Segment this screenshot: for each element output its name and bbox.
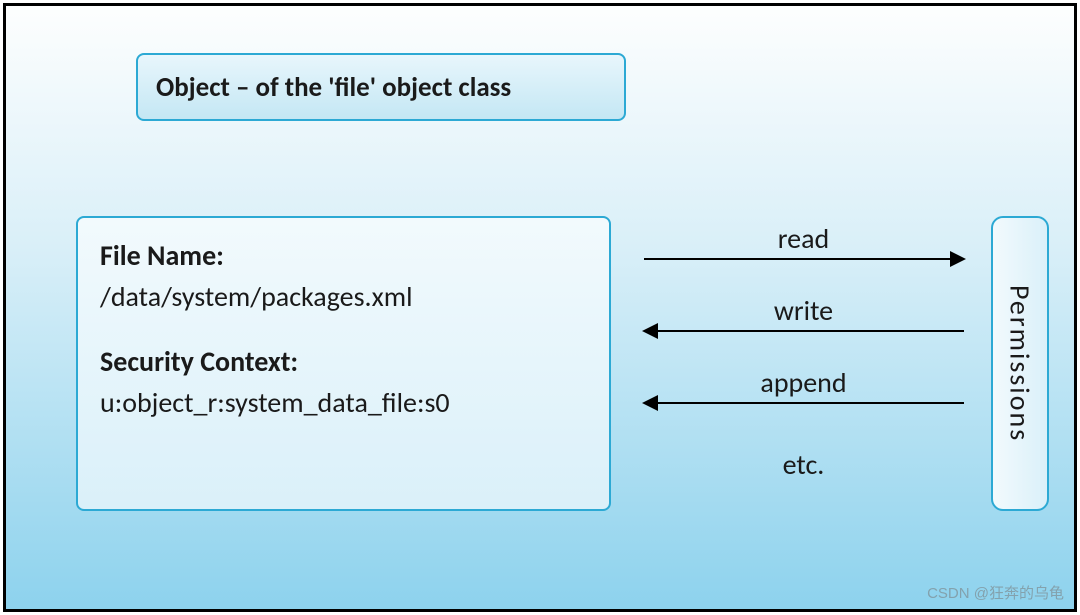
arrow-read: read [631,221,976,293]
arrow-label-append: append [631,365,976,402]
permissions-box: Permissions [991,216,1049,511]
arrow-line-right-icon [644,258,964,260]
diagram-frame: Object – of the 'file' object class File… [3,3,1077,612]
permission-arrows: read write append etc. [631,221,976,482]
arrow-label-write: write [631,293,976,330]
security-context-label: Security Context: [100,344,587,379]
arrow-append: append [631,365,976,437]
arrow-line-left-icon [644,402,964,404]
permissions-label: Permissions [1003,285,1038,442]
arrow-label-read: read [631,221,976,258]
file-object-box: File Name: /data/system/packages.xml Sec… [76,216,611,511]
arrow-line-left-icon [644,330,964,332]
arrow-label-etc: etc. [631,447,976,482]
security-context-value: u:object_r:system_data_file:s0 [100,385,587,420]
watermark-text: CSDN @狂奔的乌龟 [927,582,1064,603]
arrow-write: write [631,293,976,365]
file-name-value: /data/system/packages.xml [100,279,587,314]
file-name-label: File Name: [100,238,587,273]
title-box: Object – of the 'file' object class [136,53,626,121]
title-text: Object – of the 'file' object class [156,71,511,104]
